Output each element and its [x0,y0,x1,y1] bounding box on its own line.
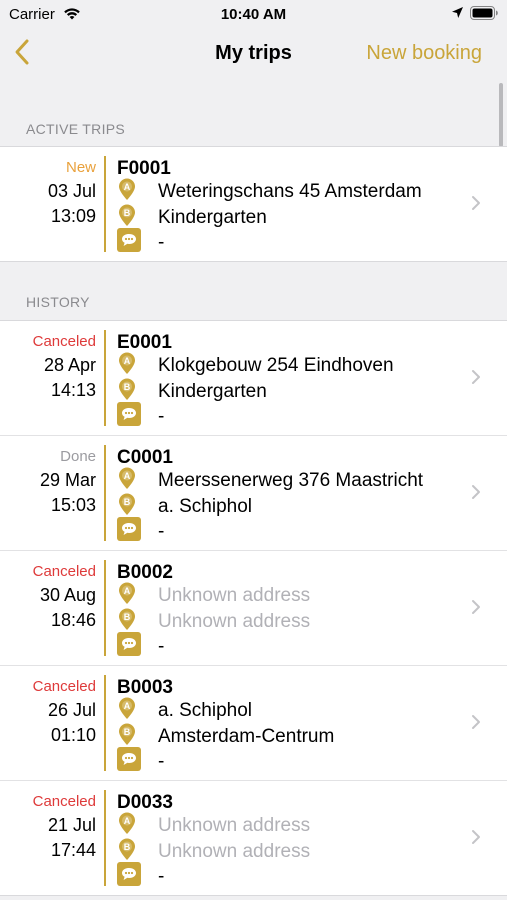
accent-divider [104,790,106,886]
pickup-address: Unknown address [158,815,311,836]
trip-note: - [158,751,165,772]
comment-icon [117,747,141,776]
trip-status: Done [60,448,96,465]
status-bar: Carrier 10:40 AM [0,0,507,28]
comment-icon [117,402,141,431]
trip-status: New [65,159,96,176]
pickup-address: a. Schiphol [158,700,253,721]
trip-status: Canceled [32,563,96,580]
comment-icon [117,632,141,661]
trip-row[interactable]: Done 29 Mar 15:03 C0001 A Meerssenerweg … [0,436,507,551]
section-header-active: ACTIVE TRIPS [26,121,126,137]
svg-text:B: B [124,382,131,392]
clock: 10:40 AM [220,6,287,23]
trip-date: 03 Jul [47,181,96,201]
svg-text:B: B [124,727,131,737]
trip-note: - [158,406,165,427]
svg-text:B: B [124,842,131,852]
comment-icon [117,862,141,891]
accent-divider [104,156,106,252]
trip-status: Canceled [32,793,96,810]
accent-divider [104,330,106,426]
scrollbar[interactable] [499,83,503,147]
trip-time: 15:03 [50,495,96,515]
trip-status: Canceled [32,333,96,350]
trip-note: - [158,232,165,253]
history-list: Canceled 28 Apr 14:13 E0001 A Klokgebouw… [0,320,507,896]
chevron-right-icon [471,484,481,505]
trip-row[interactable]: Canceled 26 Jul 01:10 B0003 A a. Schipho… [0,666,507,781]
dropoff-address: Kindergarten [158,381,267,402]
dropoff-address: Amsterdam-Centrum [158,726,335,747]
pickup-address: Weteringschans 45 Amsterdam [158,181,422,202]
trip-row[interactable]: Canceled 30 Aug 18:46 B0002 A Unknown ad… [0,551,507,666]
chevron-right-icon [471,599,481,620]
pickup-pin-icon: A [117,696,137,725]
active-trips-list: New 03 Jul 13:09 F0001 A Weteringschans … [0,146,507,262]
trip-date: 30 Aug [39,585,96,605]
dropoff-address: Unknown address [158,611,311,632]
trip-time: 17:44 [50,840,96,860]
svg-text:A: A [124,471,131,481]
new-booking-button[interactable]: New booking [366,42,482,65]
pickup-address: Klokgebouw 254 Eindhoven [158,355,394,376]
navigation-bar: My trips New booking [0,28,507,78]
svg-text:A: A [124,816,131,826]
pickup-pin-icon: A [117,351,137,380]
dropoff-address: Unknown address [158,841,311,862]
svg-text:A: A [124,701,131,711]
trip-time: 18:46 [50,610,96,630]
trip-date: 28 Apr [43,355,96,375]
trip-date: 21 Jul [47,815,96,835]
trip-note: - [158,866,165,887]
trip-row[interactable]: New 03 Jul 13:09 F0001 A Weteringschans … [0,147,507,261]
dropoff-address: a. Schiphol [158,496,253,517]
svg-text:A: A [124,356,131,366]
comment-icon [117,228,141,257]
comment-icon [117,517,141,546]
chevron-right-icon [471,714,481,735]
chevron-right-icon [471,369,481,390]
accent-divider [104,445,106,541]
trip-row[interactable]: Canceled 28 Apr 14:13 E0001 A Klokgebouw… [0,321,507,436]
chevron-right-icon [471,829,481,850]
chevron-right-icon [471,195,481,216]
location-arrow-icon [451,6,464,24]
trip-date: 29 Mar [39,470,96,490]
accent-divider [104,675,106,771]
trip-note: - [158,636,165,657]
section-header-history: HISTORY [26,294,90,310]
trip-status: Canceled [32,678,96,695]
trip-time: 14:13 [50,380,96,400]
pickup-address: Meerssenerweg 376 Maastricht [158,470,424,491]
pickup-address: Unknown address [158,585,311,606]
dropoff-address: Kindergarten [158,207,267,228]
pickup-pin-icon: A [117,466,137,495]
accent-divider [104,560,106,656]
pickup-pin-icon: A [117,581,137,610]
svg-text:B: B [124,612,131,622]
svg-text:B: B [124,208,131,218]
svg-text:B: B [124,497,131,507]
svg-text:A: A [124,586,131,596]
battery-icon [470,6,499,25]
trip-time: 13:09 [50,206,96,226]
pickup-pin-icon: A [117,811,137,840]
pickup-pin-icon: A [117,177,137,206]
svg-text:A: A [124,182,131,192]
trip-date: 26 Jul [47,700,96,720]
trip-time: 01:10 [50,725,96,745]
trip-row[interactable]: Canceled 21 Jul 17:44 D0033 A Unknown ad… [0,781,507,895]
trip-note: - [158,521,165,542]
